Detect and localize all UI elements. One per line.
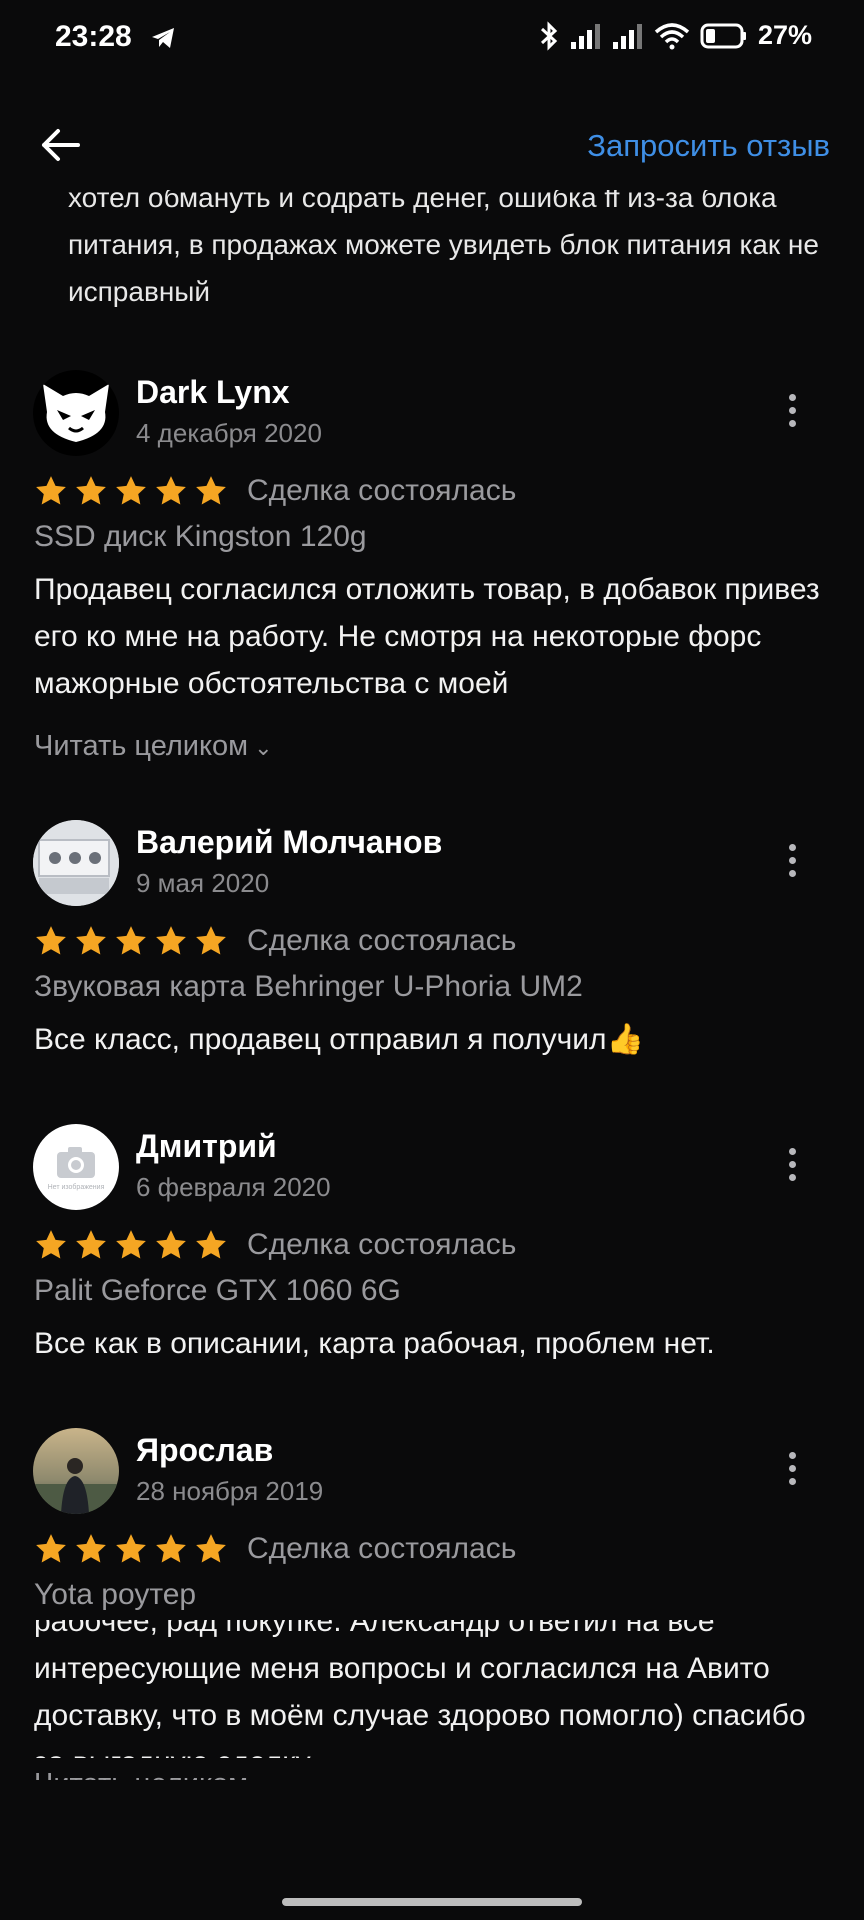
- product-name: SSD диск Kingston 120g: [34, 520, 367, 553]
- read-more-label: Читать целиком: [34, 730, 249, 762]
- avatar[interactable]: [33, 820, 119, 906]
- review-text: Все класс, продавец отправил я получил👍: [34, 1023, 644, 1056]
- review-text: Все как в описании, карта рабочая, пробл…: [34, 1327, 715, 1360]
- person-photo-icon: [33, 1428, 119, 1514]
- chevron-down-icon: ⌄: [254, 735, 273, 760]
- device-photo-icon: [33, 820, 119, 906]
- star-icon: [196, 1230, 226, 1259]
- review-date: 28 ноября 2019: [136, 1476, 324, 1506]
- review-text: рабочее, рад покупке. Александр ответил …: [34, 1620, 806, 1758]
- telegram-icon: [152, 28, 174, 48]
- star-icon: [76, 1534, 106, 1563]
- rating-stars: [34, 1228, 228, 1262]
- review-date: 4 декабря 2020: [136, 418, 322, 448]
- star-icon: [156, 1230, 186, 1259]
- review-text: Продавец согласился отложить товар, в до…: [34, 573, 820, 700]
- review-text-viewport: рабочее, рад покупке. Александр ответил …: [0, 1620, 864, 1758]
- avatar[interactable]: [33, 1428, 119, 1514]
- more-options-icon[interactable]: [780, 844, 804, 884]
- no-image-caption: Нет изображения: [47, 1184, 105, 1191]
- chevron-down-icon: ⌄: [254, 1773, 272, 1780]
- star-icon: [116, 1230, 146, 1259]
- reviews-list: хотел обмануть и содрать денег, ошибка f…: [0, 190, 864, 1780]
- star-icon: [76, 1230, 106, 1259]
- signal-icon: [570, 23, 600, 49]
- avatar[interactable]: Нет изображения: [33, 1124, 119, 1210]
- arrow-left-icon[interactable]: [38, 122, 84, 168]
- deal-status: Сделка состоялась: [247, 924, 517, 957]
- star-icon: [196, 1534, 226, 1563]
- deal-status: Сделка состоялась: [247, 1532, 517, 1565]
- read-more-label: Читать целиком: [34, 1768, 248, 1780]
- star-icon: [196, 476, 226, 505]
- deal-status: Сделка состоялась: [247, 474, 517, 507]
- home-indicator[interactable]: [282, 1898, 582, 1906]
- rating-stars: [34, 1532, 228, 1566]
- read-more-button[interactable]: Читать целиком⌄: [34, 730, 273, 763]
- star-icon: [36, 476, 66, 505]
- author-name[interactable]: Ярослав: [136, 1432, 273, 1469]
- previous-review-text: хотел обмануть и содрать денег, ошибка f…: [68, 190, 819, 307]
- review-date: 6 февраля 2020: [136, 1172, 331, 1202]
- review-date: 9 мая 2020: [136, 868, 270, 898]
- star-icon: [156, 476, 186, 505]
- bluetooth-icon: [540, 20, 558, 51]
- deal-status: Сделка состоялась: [247, 1228, 517, 1261]
- rating-stars: [34, 474, 228, 508]
- signal-icon: [612, 23, 642, 49]
- star-icon: [76, 476, 106, 505]
- battery-icon: [700, 23, 746, 48]
- star-icon: [116, 476, 146, 505]
- star-icon: [76, 926, 106, 955]
- avatar[interactable]: [33, 370, 119, 456]
- star-icon: [36, 1230, 66, 1259]
- read-more-button[interactable]: Читать целиком ⌄: [34, 1768, 273, 1780]
- rating-stars: [34, 924, 228, 958]
- author-name[interactable]: Дмитрий: [136, 1128, 277, 1165]
- star-icon: [116, 1534, 146, 1563]
- product-name: Yota роутер: [34, 1578, 197, 1611]
- wifi-icon: [654, 22, 690, 49]
- more-options-icon[interactable]: [780, 1148, 804, 1188]
- status-icons: 27%: [538, 20, 812, 51]
- request-review-button[interactable]: Запросить отзыв: [587, 128, 830, 164]
- camera-icon: [57, 1147, 95, 1178]
- star-icon: [156, 1534, 186, 1563]
- author-name[interactable]: Dark Lynx: [136, 374, 290, 411]
- more-options-icon[interactable]: [780, 394, 804, 434]
- battery-level: 27%: [757, 20, 812, 50]
- cat-icon: [43, 384, 109, 442]
- product-name: Звуковая карта Behringer U-Phoria UM2: [34, 970, 583, 1003]
- star-icon: [196, 926, 226, 955]
- more-options-icon[interactable]: [780, 1452, 804, 1492]
- status-bar: 23:28 27%: [0, 0, 864, 80]
- status-time: 23:28: [55, 20, 132, 53]
- top-bar: Запросить отзыв: [0, 100, 864, 190]
- star-icon: [116, 926, 146, 955]
- star-icon: [36, 1534, 66, 1563]
- star-icon: [36, 926, 66, 955]
- star-icon: [156, 926, 186, 955]
- author-name[interactable]: Валерий Молчанов: [136, 824, 442, 861]
- product-name: Palit Geforce GTX 1060 6G: [34, 1274, 401, 1307]
